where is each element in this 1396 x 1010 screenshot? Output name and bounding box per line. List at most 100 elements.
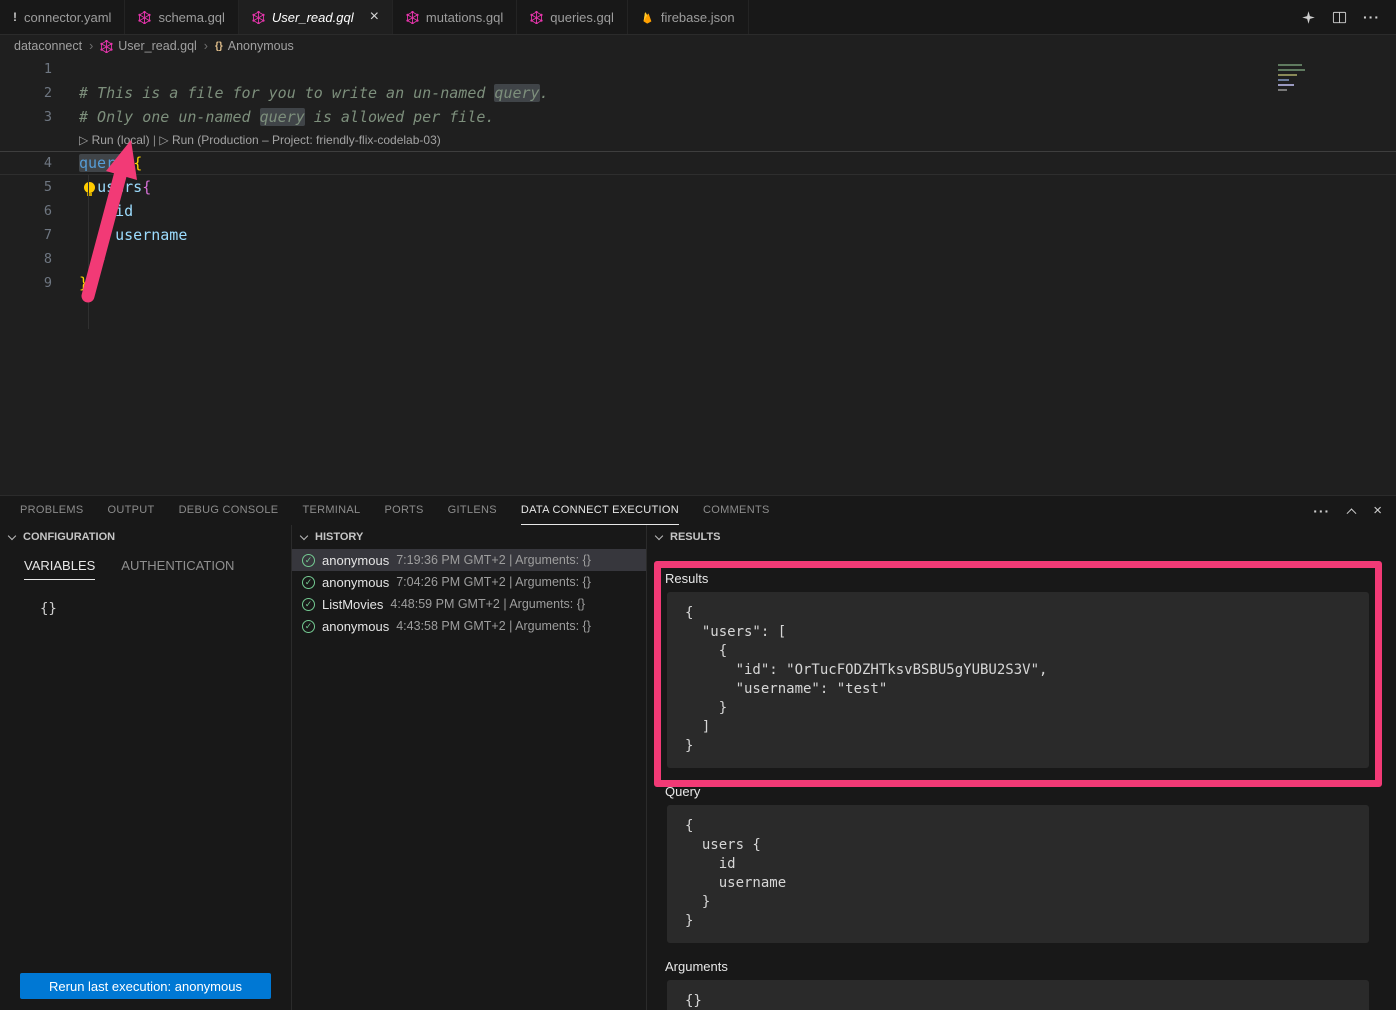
breadcrumb-separator: ›	[204, 39, 208, 53]
panel-tab-data-connect-execution[interactable]: DATA CONNECT EXECUTION	[521, 496, 679, 525]
query-text: { users { id username } }	[667, 805, 1369, 943]
line-number: 7	[0, 223, 62, 247]
close-icon[interactable]: ×	[370, 9, 379, 25]
panel-tab-problems[interactable]: PROBLEMS	[20, 496, 84, 525]
history-item[interactable]: ✓ListMovies4:48:59 PM GMT+2 | Arguments:…	[292, 593, 646, 615]
graphql-icon	[406, 11, 419, 24]
breadcrumb: dataconnect › User_read.gql › {} Anonymous	[0, 35, 1396, 57]
config-tab-variables[interactable]: VARIABLES	[24, 558, 95, 580]
copilot-sparkle-icon[interactable]	[1301, 10, 1316, 25]
query-label: Query	[665, 784, 1370, 799]
panel-more-icon[interactable]: ···	[1313, 503, 1330, 519]
lightbulb-icon[interactable]	[84, 182, 95, 193]
results-json: { "users": [ { "id": "OrTucFODZHTksvBSBU…	[667, 592, 1369, 768]
check-circle-icon: ✓	[302, 620, 315, 633]
editor-lines: 12# This is a file for you to write an u…	[0, 57, 1396, 295]
split-editor-icon[interactable]	[1332, 10, 1347, 25]
rerun-button[interactable]: Rerun last execution: anonymous	[20, 973, 271, 999]
chevron-down-icon	[8, 531, 16, 539]
breadcrumb-label: dataconnect	[14, 39, 82, 53]
line-number	[0, 129, 62, 151]
panel-tabs: PROBLEMS OUTPUT DEBUG CONSOLE TERMINAL PORTS…	[20, 496, 794, 525]
results-header[interactable]: RESULTS	[647, 525, 1396, 549]
run-local-link[interactable]: ▷ Run (local)	[79, 133, 150, 147]
breadcrumb-label: Anonymous	[228, 39, 294, 53]
tab-mutations-gql[interactable]: mutations.gql	[393, 0, 517, 34]
line-number: 2	[0, 81, 62, 105]
more-actions-icon[interactable]: ···	[1363, 9, 1380, 25]
panel-tab-gitlens[interactable]: GITLENS	[448, 496, 497, 525]
run-production-link[interactable]: ▷ Run (Production – Project: friendly-fl…	[159, 133, 440, 147]
panel-tab-comments[interactable]: COMMENTS	[703, 496, 770, 525]
check-circle-icon: ✓	[302, 576, 315, 589]
code-text: }	[62, 271, 88, 295]
panel-tab-ports[interactable]: PORTS	[384, 496, 423, 525]
minimap[interactable]	[1278, 61, 1312, 103]
breadcrumb-item-user-read-gql[interactable]: User_read.gql	[100, 39, 197, 53]
codelens-separator: |	[150, 133, 160, 147]
tab-label: User_read.gql	[272, 10, 354, 25]
firebase-icon	[641, 11, 654, 24]
panel-tab-terminal[interactable]: TERMINAL	[302, 496, 360, 525]
tab-label: firebase.json	[661, 10, 735, 25]
tab-connector-yaml[interactable]: ! connector.yaml	[0, 0, 125, 34]
graphql-icon	[530, 11, 543, 24]
history-item[interactable]: ✓anonymous4:43:58 PM GMT+2 | Arguments: …	[292, 615, 646, 637]
config-tab-authentication[interactable]: AUTHENTICATION	[121, 558, 234, 580]
code-text: # Only one un-named query is allowed per…	[62, 105, 494, 129]
history-name: ListMovies	[322, 597, 383, 612]
chevron-down-icon	[655, 531, 663, 539]
breadcrumb-item-anonymous[interactable]: {} Anonymous	[215, 39, 294, 53]
tab-label: connector.yaml	[24, 10, 111, 25]
line-number: 6	[0, 199, 62, 223]
vscode-window: ! connector.yaml schema.gql User_read.gql × m…	[0, 0, 1396, 1010]
tab-label: mutations.gql	[426, 10, 503, 25]
history-header[interactable]: HISTORY	[292, 525, 646, 549]
breadcrumb-separator: ›	[89, 39, 93, 53]
graphql-icon	[138, 11, 151, 24]
editor-actions: ···	[1301, 0, 1396, 34]
close-panel-icon[interactable]: ×	[1373, 502, 1382, 519]
indent-guide	[88, 175, 89, 329]
code-text	[62, 57, 79, 81]
code-text: query {	[62, 151, 142, 175]
code-text: username	[62, 223, 187, 247]
editor-tab-bar: ! connector.yaml schema.gql User_read.gql × m…	[0, 0, 1396, 35]
code-editor[interactable]: 12# This is a file for you to write an u…	[0, 57, 1396, 495]
configuration-header[interactable]: CONFIGURATION	[0, 525, 291, 549]
history-meta: 7:19:36 PM GMT+2 | Arguments: {}	[396, 553, 591, 567]
code-line: 9}	[0, 271, 1396, 295]
line-number: 8	[0, 247, 62, 271]
chevron-down-icon	[300, 531, 308, 539]
tab-schema-gql[interactable]: schema.gql	[125, 0, 238, 34]
breadcrumb-item-dataconnect[interactable]: dataconnect	[14, 39, 82, 53]
tab-queries-gql[interactable]: queries.gql	[517, 0, 628, 34]
arguments-label: Arguments	[665, 959, 1370, 974]
maximize-panel-icon[interactable]	[1348, 507, 1355, 514]
codelens: ▷ Run (local) | ▷ Run (Production – Proj…	[62, 129, 441, 151]
history-item[interactable]: ✓ anonymous 7:19:36 PM GMT+2 | Arguments: …	[292, 549, 646, 571]
variables-value[interactable]: {}	[0, 580, 291, 617]
tab-label: schema.gql	[158, 10, 224, 25]
arguments-text: {}	[667, 980, 1369, 1010]
symbol-icon: {}	[215, 41, 223, 52]
panel-tab-bar: PROBLEMS OUTPUT DEBUG CONSOLE TERMINAL PORTS…	[0, 496, 1396, 525]
bottom-panel: PROBLEMS OUTPUT DEBUG CONSOLE TERMINAL PORTS…	[0, 495, 1396, 1010]
tab-firebase-json[interactable]: firebase.json	[628, 0, 749, 34]
tab-user-read-gql[interactable]: User_read.gql ×	[239, 0, 393, 34]
tab-label: queries.gql	[550, 10, 614, 25]
check-circle-icon: ✓	[302, 554, 315, 567]
history-list: ✓ anonymous 7:19:36 PM GMT+2 | Arguments: …	[292, 549, 646, 637]
history-item[interactable]: ✓anonymous7:04:26 PM GMT+2 | Arguments: …	[292, 571, 646, 593]
panel-actions: ··· ×	[1313, 496, 1396, 525]
panel-tab-debug-console[interactable]: DEBUG CONSOLE	[179, 496, 279, 525]
yaml-icon: !	[13, 10, 17, 24]
panel-tab-output[interactable]: OUTPUT	[108, 496, 155, 525]
configuration-title: CONFIGURATION	[23, 531, 115, 543]
history-name: anonymous	[322, 553, 389, 568]
panel-body: CONFIGURATION VARIABLES AUTHENTICATION {}…	[0, 525, 1396, 1010]
codelens-row: ▷ Run (local) | ▷ Run (Production – Proj…	[0, 129, 1396, 151]
results-section: RESULTS Results { "users": [ { "id": "Or…	[647, 525, 1396, 1010]
line-number: 4	[0, 151, 62, 175]
configuration-tabs: VARIABLES AUTHENTICATION	[0, 549, 291, 580]
